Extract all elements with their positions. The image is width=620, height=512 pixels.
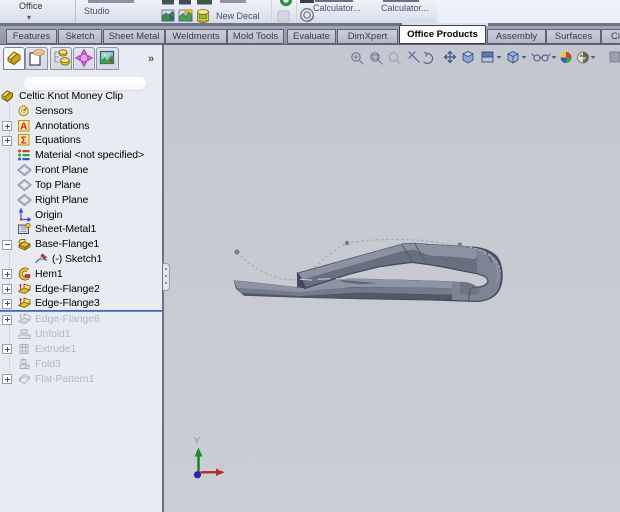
svg-text:Y: Y <box>194 436 201 447</box>
svg-text:X: X <box>219 463 226 474</box>
